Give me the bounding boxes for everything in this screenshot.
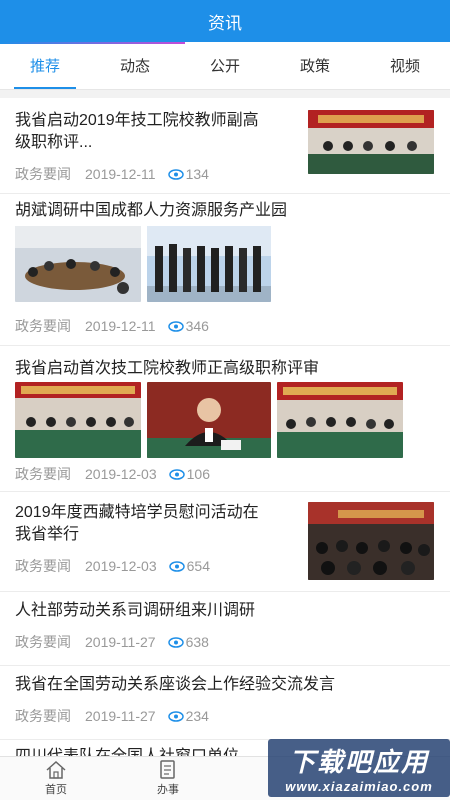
news-views: 638 xyxy=(185,634,209,650)
news-date: 2019-12-03 xyxy=(85,466,157,482)
news-item[interactable]: 胡斌调研中国成都人力资源服务产业园 政务要闻 2019-12-11 346 xyxy=(0,194,450,346)
home-icon xyxy=(46,760,66,779)
news-item[interactable]: 2019年度西藏特培学员慰问活动在 我省举行 政务要闻 2019-12-03 6… xyxy=(0,492,450,592)
news-source: 政务要闻 xyxy=(15,466,71,482)
news-views: 346 xyxy=(185,318,209,334)
tab-news[interactable]: 动态 xyxy=(90,42,180,89)
title-bar: 资讯 xyxy=(0,0,450,42)
news-date: 2019-12-03 xyxy=(85,558,157,574)
news-title: 2019年度西藏特培学员慰问活动在 我省举行 xyxy=(15,504,259,543)
tab-public[interactable]: 公开 xyxy=(180,42,270,89)
news-source: 政务要闻 xyxy=(15,558,71,574)
news-item[interactable]: 人社部劳动关系司调研组来川调研 政务要闻 2019-11-27 638 xyxy=(0,592,450,666)
news-date: 2019-11-27 xyxy=(85,708,156,724)
news-source: 政务要闻 xyxy=(15,166,71,182)
news-item[interactable]: 我省在全国劳动关系座谈会上作经验交流发言 政务要闻 2019-11-27 234 xyxy=(0,666,450,740)
news-thumbnail xyxy=(277,382,403,458)
news-views: 654 xyxy=(186,558,210,574)
tab-video[interactable]: 视频 xyxy=(360,42,450,89)
news-date: 2019-12-11 xyxy=(85,318,156,334)
separator xyxy=(0,90,450,98)
news-title: 我省启动2019年技工院校教师副高 级职称评... xyxy=(15,112,259,151)
tabbar-services-label: 办事 xyxy=(157,784,179,796)
news-source: 政务要闻 xyxy=(15,318,71,334)
watermark-main: 下载吧应用 xyxy=(288,747,429,777)
news-title: 我省在全国劳动关系座谈会上作经验交流发言 xyxy=(15,676,336,693)
news-title: 胡斌调研中国成都人力资源服务产业园 xyxy=(15,202,288,219)
news-thumbnail xyxy=(15,226,141,302)
eye-icon xyxy=(167,710,184,722)
eye-icon xyxy=(167,168,184,180)
watermark-url: www.xiazaimiao.com xyxy=(285,779,433,794)
tabbar-home[interactable]: 首页 xyxy=(0,757,112,800)
news-meta: 政务要闻 2019-12-11 346 xyxy=(15,316,209,336)
tab-recommend[interactable]: 推荐 xyxy=(0,42,90,89)
news-item[interactable]: 我省启动首次技工院校教师正高级职称评审 政务要闻 2019-12-03 106 xyxy=(0,346,450,492)
news-thumbnail xyxy=(308,110,434,174)
news-thumbnail xyxy=(308,502,434,580)
tabbar-services[interactable]: 办事 xyxy=(112,757,224,800)
eye-icon xyxy=(167,636,184,648)
page-title: 资讯 xyxy=(208,13,242,33)
news-date: 2019-12-11 xyxy=(85,166,156,182)
news-views: 134 xyxy=(185,166,209,182)
eye-icon xyxy=(168,560,185,572)
news-views: 234 xyxy=(185,708,209,724)
watermark-logo: 下载吧应用 www.xiazaimiao.com xyxy=(268,739,450,797)
news-title: 人社部劳动关系司调研组来川调研 xyxy=(15,602,256,619)
news-views: 106 xyxy=(186,466,210,482)
news-meta: 政务要闻 2019-12-03 654 xyxy=(15,556,210,576)
news-thumbnail xyxy=(147,382,271,458)
news-title: 四川代表队在全国人社窗口单位... xyxy=(15,746,252,756)
news-thumbnail xyxy=(15,382,141,458)
news-meta: 政务要闻 2019-12-11 134 xyxy=(15,164,209,184)
news-source: 政务要闻 xyxy=(15,708,71,724)
tab-policy[interactable]: 政策 xyxy=(270,42,360,89)
category-tabs: 推荐 动态 公开 政策 视频 xyxy=(0,42,450,90)
news-date: 2019-11-27 xyxy=(85,634,156,650)
eye-icon xyxy=(167,320,184,332)
news-title: 我省启动首次技工院校教师正高级职称评审 xyxy=(15,360,320,377)
tabbar-home-label: 首页 xyxy=(45,784,67,796)
document-icon xyxy=(160,760,175,779)
news-thumbnail xyxy=(147,226,271,302)
news-source: 政务要闻 xyxy=(15,634,71,650)
news-meta: 政务要闻 2019-11-27 638 xyxy=(15,632,209,652)
eye-icon xyxy=(168,468,185,480)
news-meta: 政务要闻 2019-11-27 234 xyxy=(15,706,209,726)
news-item[interactable]: 我省启动2019年技工院校教师副高 级职称评... 政务要闻 2019-12-1… xyxy=(0,98,450,194)
news-meta: 政务要闻 2019-12-03 106 xyxy=(15,464,210,484)
news-feed: 我省启动2019年技工院校教师副高 级职称评... 政务要闻 2019-12-1… xyxy=(0,98,450,756)
